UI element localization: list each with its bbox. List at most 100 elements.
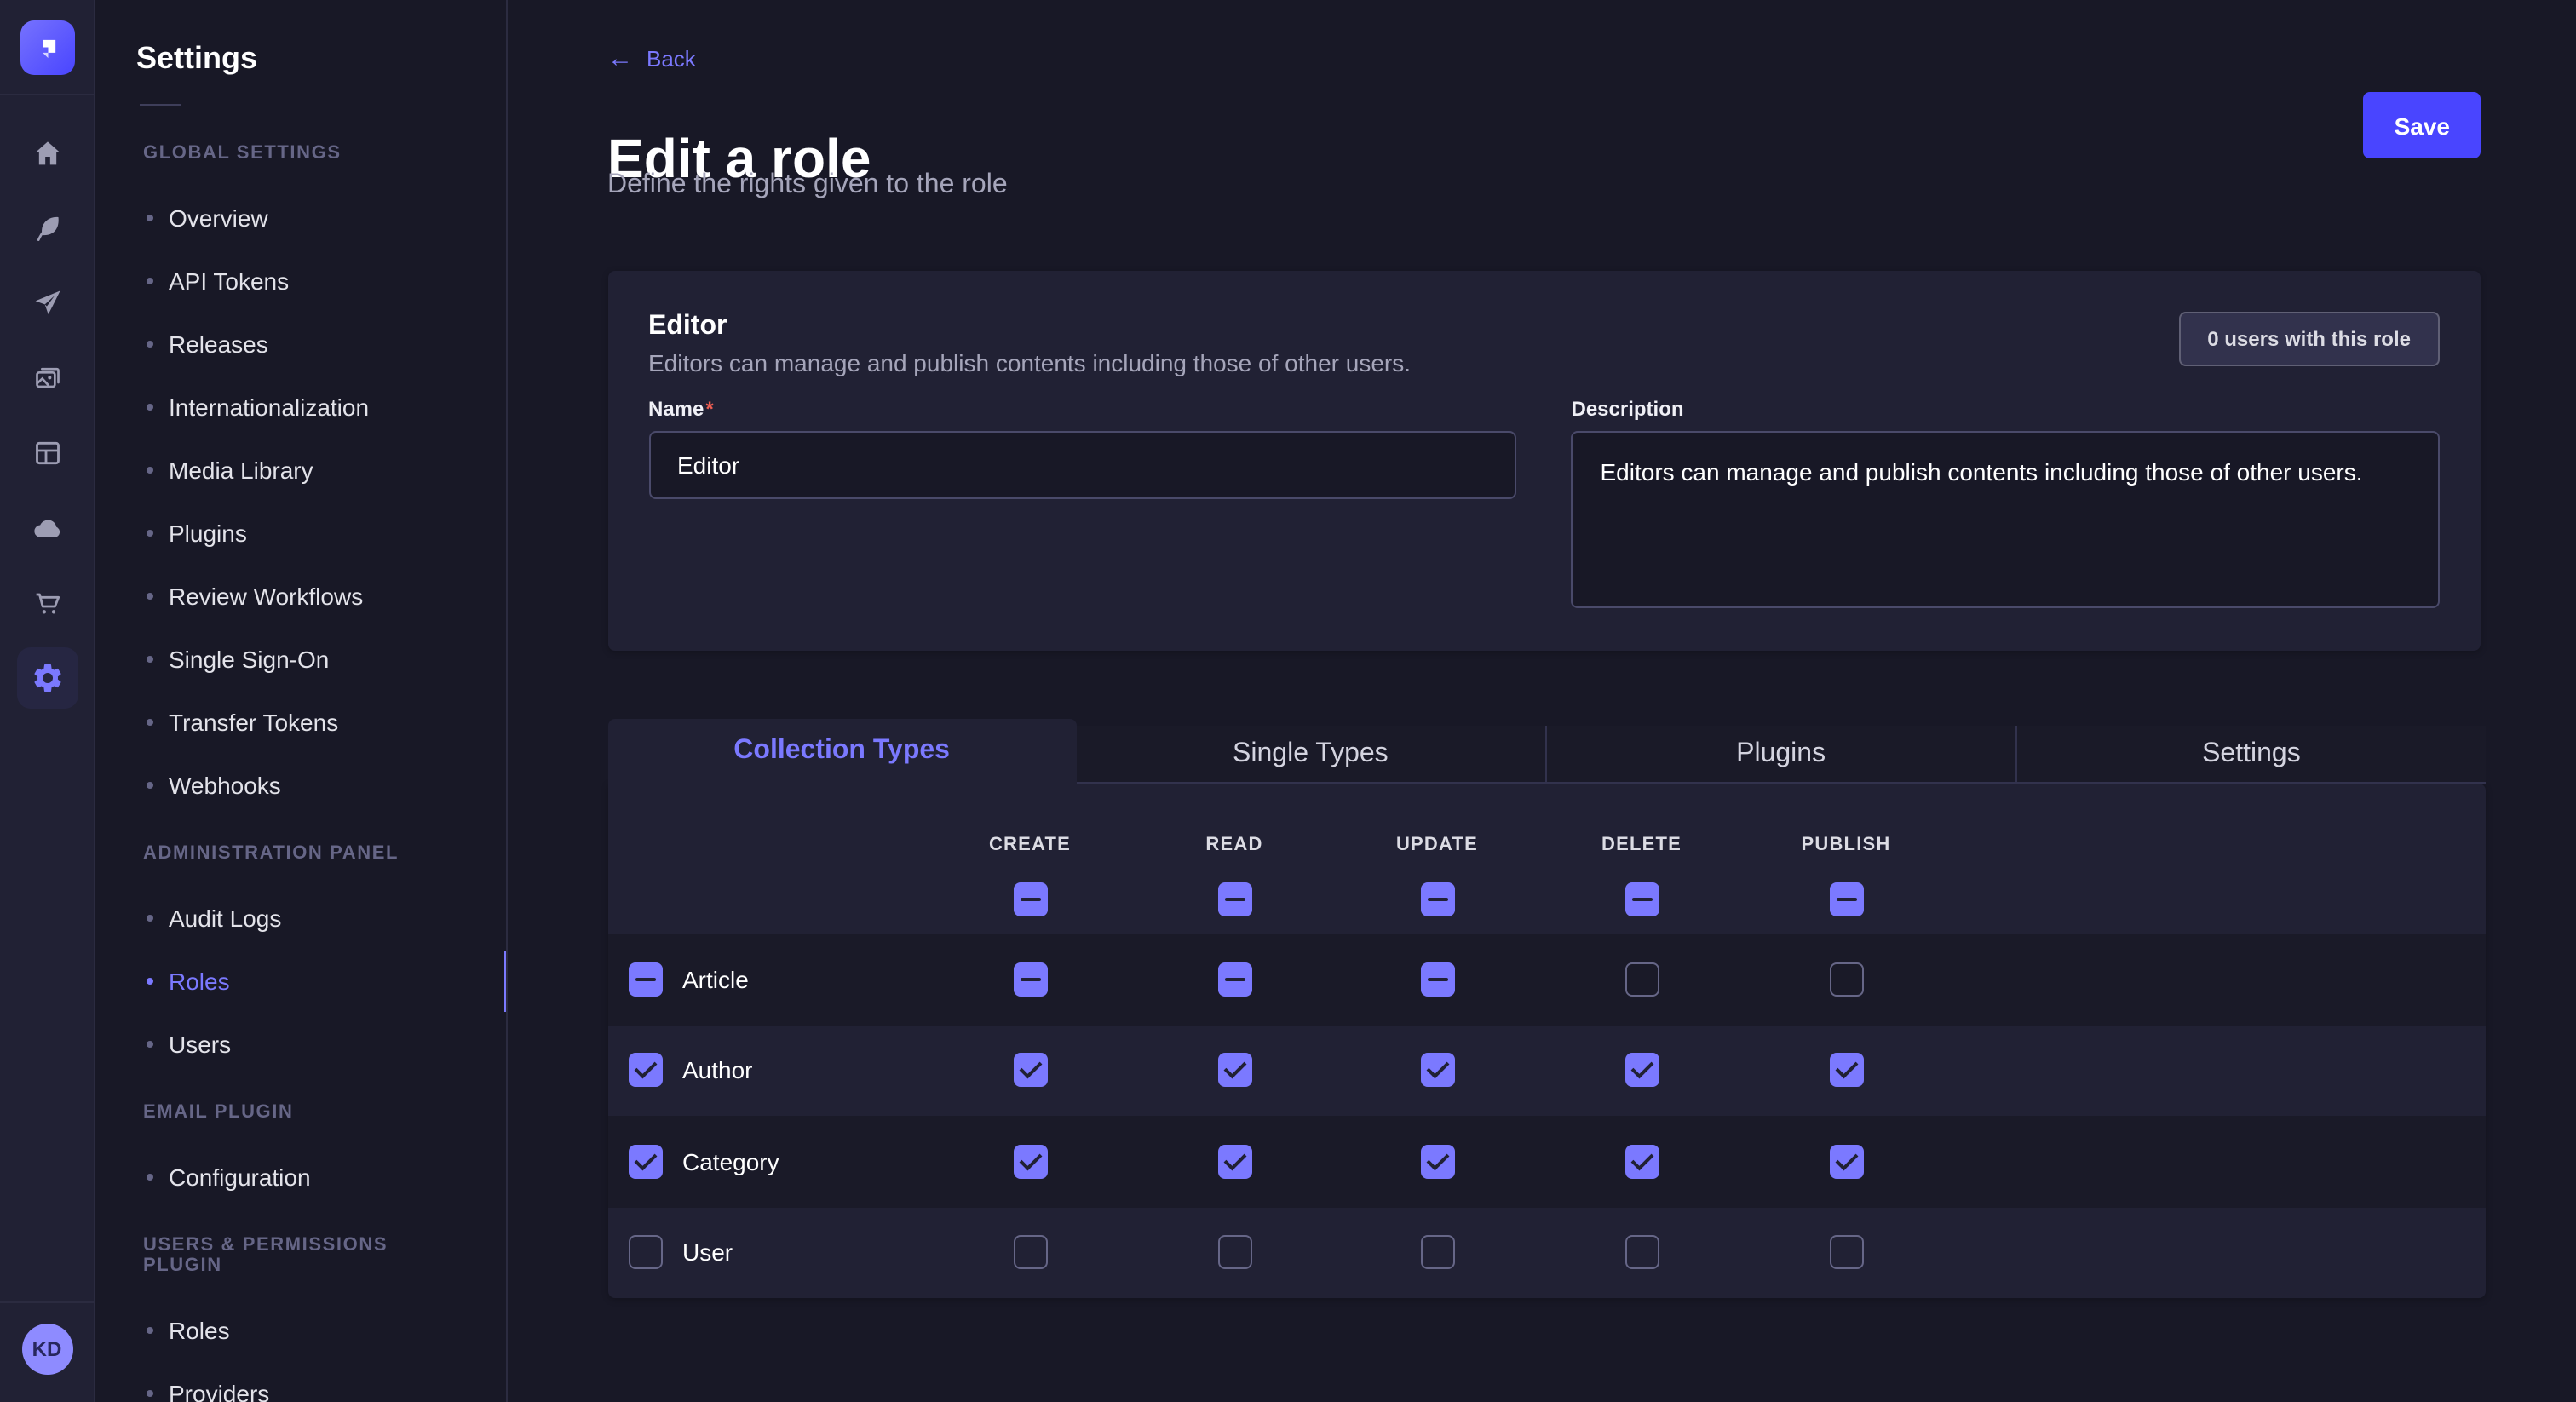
article-update-checkbox[interactable] <box>1420 962 1454 997</box>
column-header-create: CREATE <box>928 835 1132 855</box>
column-header-publish: PUBLISH <box>1744 835 1948 855</box>
gear-icon[interactable] <box>16 647 78 709</box>
article-read-checkbox[interactable] <box>1217 962 1251 997</box>
cloud-icon[interactable] <box>16 497 78 559</box>
section-label: USERS & PERMISSIONS PLUGIN <box>143 1235 465 1276</box>
permissions-table: CREATE READ UPDATE DELETE PUBLISH Articl… <box>607 784 2486 1298</box>
sidebar-item-api-tokens[interactable]: API Tokens <box>95 261 506 302</box>
nav-footer: KD <box>0 1301 95 1402</box>
user-publish-checkbox[interactable] <box>1829 1236 1863 1270</box>
section-label: EMAIL PLUGIN <box>143 1102 465 1123</box>
permissions-table-header: CREATE READ UPDATE DELETE PUBLISH <box>607 784 2486 934</box>
strapi-logo-icon <box>30 31 64 65</box>
description-field-group: Description Editors can manage and publi… <box>1572 394 2441 608</box>
role-details-card: Editor Editors can manage and publish co… <box>607 271 2481 651</box>
layout-icon[interactable] <box>16 422 78 484</box>
table-row-author: Author <box>607 1025 2486 1116</box>
sidebar-item-configuration[interactable]: Configuration <box>95 1157 506 1198</box>
section-administration-panel: ADMINISTRATION PANEL Audit Logs Roles Us… <box>95 843 506 1065</box>
paper-plane-icon[interactable] <box>16 273 78 334</box>
sidebar-item-releases[interactable]: Releases <box>95 324 506 365</box>
sidebar-item-review-workflows[interactable]: Review Workflows <box>95 576 506 617</box>
user-read-checkbox[interactable] <box>1217 1236 1251 1270</box>
cart-icon[interactable] <box>16 572 78 634</box>
category-update-checkbox[interactable] <box>1420 1145 1454 1179</box>
user-delete-checkbox[interactable] <box>1624 1236 1659 1270</box>
role-title: Editor <box>648 312 1411 342</box>
sidebar-item-providers[interactable]: Providers <box>95 1373 506 1402</box>
required-mark: * <box>705 397 713 421</box>
category-read-checkbox[interactable] <box>1217 1145 1251 1179</box>
back-label: Back <box>647 46 696 72</box>
name-field-group: Name* <box>648 394 1517 608</box>
user-update-checkbox[interactable] <box>1420 1236 1454 1270</box>
subnav-title: Settings <box>136 41 465 77</box>
category-delete-checkbox[interactable] <box>1624 1145 1659 1179</box>
category-create-checkbox[interactable] <box>1013 1145 1047 1179</box>
name-label: Name* <box>648 397 714 421</box>
section-users-permissions-plugin: USERS & PERMISSIONS PLUGIN Roles Provide… <box>95 1235 506 1402</box>
images-icon[interactable] <box>16 348 78 409</box>
article-row-checkbox[interactable] <box>628 962 662 997</box>
description-textarea[interactable]: Editors can manage and publish contents … <box>1572 431 2441 608</box>
author-update-checkbox[interactable] <box>1420 1054 1454 1088</box>
sidebar-item-overview[interactable]: Overview <box>95 198 506 238</box>
user-create-checkbox[interactable] <box>1013 1236 1047 1270</box>
article-delete-checkbox[interactable] <box>1624 962 1659 997</box>
save-button[interactable]: Save <box>2364 92 2481 158</box>
users-with-role-badge[interactable]: 0 users with this role <box>2178 312 2440 366</box>
sidebar-item-webhooks[interactable]: Webhooks <box>95 765 506 806</box>
author-delete-checkbox[interactable] <box>1624 1054 1659 1088</box>
article-publish-checkbox[interactable] <box>1829 962 1863 997</box>
sidebar-item-single-sign-on[interactable]: Single Sign-On <box>95 639 506 680</box>
select-all-create-checkbox[interactable] <box>1013 882 1047 916</box>
divider <box>0 94 95 95</box>
author-create-checkbox[interactable] <box>1013 1054 1047 1088</box>
table-row-category: Category <box>607 1116 2486 1207</box>
role-card-heading: Editor Editors can manage and publish co… <box>648 312 1411 376</box>
user-row-checkbox[interactable] <box>628 1236 662 1270</box>
main-content: ← Back Edit a role Define the rights giv… <box>508 0 2576 1402</box>
category-row-checkbox[interactable] <box>628 1145 662 1179</box>
sidebar-item-users[interactable]: Users <box>95 1024 506 1065</box>
role-subtitle: Editors can manage and publish contents … <box>648 349 1411 376</box>
feather-icon[interactable] <box>16 198 78 259</box>
table-row-article: Article <box>607 934 2486 1025</box>
sidebar-item-roles-up[interactable]: Roles <box>95 1310 506 1351</box>
strapi-logo[interactable] <box>20 20 74 75</box>
author-publish-checkbox[interactable] <box>1829 1054 1863 1088</box>
column-header-delete: DELETE <box>1539 835 1744 855</box>
sidebar-item-media-library[interactable]: Media Library <box>95 450 506 491</box>
tab-plugins[interactable]: Plugins <box>1545 726 2015 784</box>
article-create-checkbox[interactable] <box>1013 962 1047 997</box>
description-label: Description <box>1572 397 1684 421</box>
sidebar-item-plugins[interactable]: Plugins <box>95 513 506 554</box>
divider <box>140 104 181 106</box>
section-label: GLOBAL SETTINGS <box>143 143 465 164</box>
name-input[interactable] <box>648 431 1517 499</box>
page-subtitle: Define the rights given to the role <box>607 170 1008 201</box>
sidebar-item-audit-logs[interactable]: Audit Logs <box>95 898 506 939</box>
select-all-read-checkbox[interactable] <box>1217 882 1251 916</box>
app-window: KD Settings GLOBAL SETTINGS Overview API… <box>0 0 2576 1402</box>
tab-settings[interactable]: Settings <box>2015 726 2486 784</box>
sidebar-item-internationalization[interactable]: Internationalization <box>95 387 506 428</box>
tab-collection-types[interactable]: Collection Types <box>607 719 1076 784</box>
author-row-checkbox[interactable] <box>628 1054 662 1088</box>
back-arrow-icon: ← <box>607 46 633 72</box>
column-header-read: READ <box>1132 835 1337 855</box>
row-label: Author <box>682 1057 753 1084</box>
back-link[interactable]: ← Back <box>607 46 696 72</box>
select-all-update-checkbox[interactable] <box>1420 882 1454 916</box>
select-all-publish-checkbox[interactable] <box>1829 882 1863 916</box>
avatar[interactable]: KD <box>21 1324 72 1375</box>
settings-subnav: Settings GLOBAL SETTINGS Overview API To… <box>95 0 508 1402</box>
sidebar-item-transfer-tokens[interactable]: Transfer Tokens <box>95 702 506 743</box>
home-icon[interactable] <box>16 123 78 184</box>
row-label: Article <box>682 966 749 993</box>
category-publish-checkbox[interactable] <box>1829 1145 1863 1179</box>
author-read-checkbox[interactable] <box>1217 1054 1251 1088</box>
sidebar-item-roles-admin[interactable]: Roles <box>95 961 506 1002</box>
tab-single-types[interactable]: Single Types <box>1076 726 1544 784</box>
select-all-delete-checkbox[interactable] <box>1624 882 1659 916</box>
